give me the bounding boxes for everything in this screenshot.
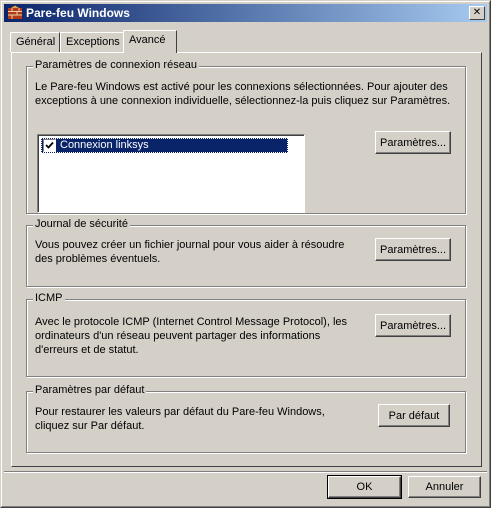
defaults-title: Paramètres par défaut <box>33 384 147 396</box>
title-bar[interactable]: Pare-feu Windows ✕ <box>4 4 487 22</box>
connection-label: Connexion linksys <box>60 139 149 151</box>
list-item[interactable]: Connexion linksys <box>41 138 288 153</box>
network-settings-group: Paramètres de connexion réseau Le Pare-f… <box>26 59 466 214</box>
cancel-button[interactable]: Annuler <box>408 476 481 498</box>
defaults-group: Paramètres par défaut Pour restaurer les… <box>26 384 466 453</box>
connections-listbox[interactable]: Connexion linksys <box>37 134 305 213</box>
security-log-group: Journal de sécurité Vous pouvez créer un… <box>26 218 466 287</box>
ok-button[interactable]: OK <box>327 475 402 499</box>
security-log-description: Vous pouvez créer un fichier journal pou… <box>35 239 345 265</box>
checkmark-icon <box>45 141 54 149</box>
icmp-group: ICMP Avec le protocole ICMP (Internet Co… <box>26 292 466 377</box>
tab-exceptions[interactable]: Exceptions <box>60 32 124 52</box>
security-log-settings-button[interactable]: Paramètres... <box>375 238 451 261</box>
network-settings-title: Paramètres de connexion réseau <box>33 59 200 71</box>
advanced-tab-panel: Paramètres de connexion réseau Le Pare-f… <box>11 52 482 467</box>
close-button[interactable]: ✕ <box>469 6 485 20</box>
icmp-title: ICMP <box>33 292 65 304</box>
window-title: Pare-feu Windows <box>26 6 130 20</box>
network-settings-button[interactable]: Paramètres... <box>375 131 451 154</box>
tab-general[interactable]: Général <box>10 32 60 52</box>
firewall-brick-icon <box>7 5 23 21</box>
network-description: Le Pare-feu Windows est activé pour les … <box>35 81 451 107</box>
footer-separator <box>4 471 487 473</box>
tab-advanced[interactable]: Avancé <box>123 30 177 53</box>
icmp-description: Avec le protocole ICMP (Internet Control… <box>35 316 348 356</box>
security-log-title: Journal de sécurité <box>33 218 130 230</box>
icmp-settings-button[interactable]: Paramètres... <box>375 314 451 337</box>
defaults-description: Pour restaurer les valeurs par défaut du… <box>35 406 325 432</box>
restore-defaults-button[interactable]: Par défaut <box>378 404 450 427</box>
connection-checkbox[interactable] <box>43 139 56 152</box>
firewall-window: Pare-feu Windows ✕ Général Exceptions Av… <box>0 0 491 508</box>
